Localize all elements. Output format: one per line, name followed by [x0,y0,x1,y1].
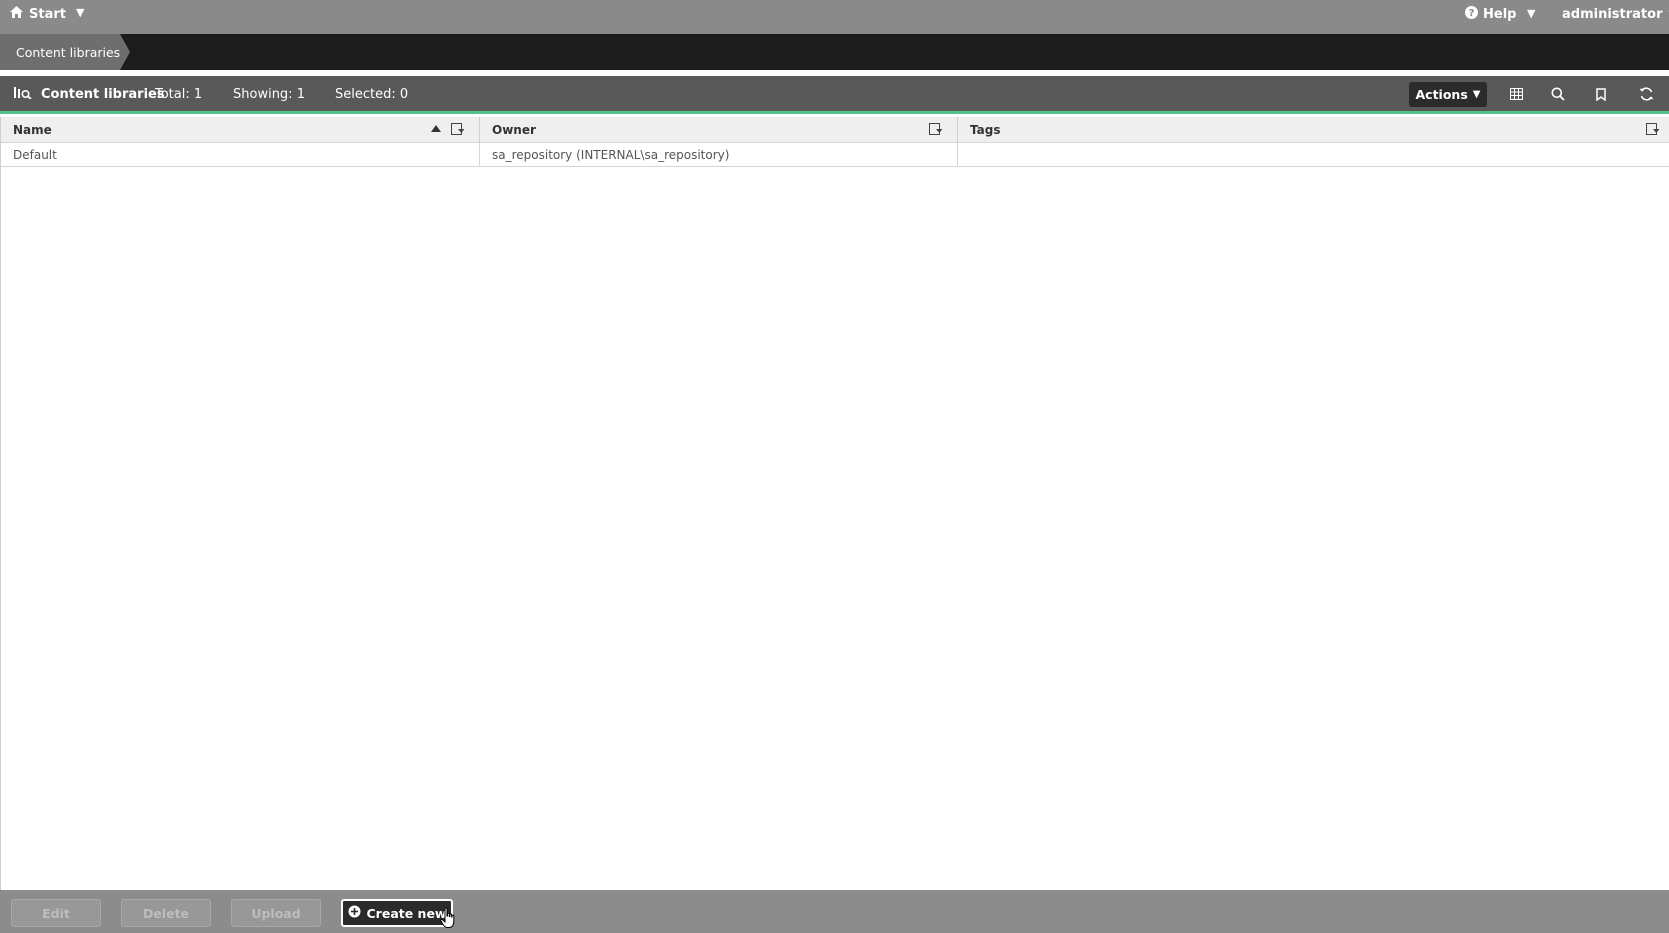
showing-count: Showing: 1 [233,86,305,102]
breadcrumb-bar: Content libraries [0,34,1669,70]
plus-circle-icon [348,905,361,921]
breadcrumb-content-libraries[interactable]: Content libraries [0,34,130,70]
search-icon[interactable] [1549,85,1567,103]
column-header-owner-label: Owner [492,123,536,137]
help-menu-button[interactable]: ? Help [1465,0,1516,28]
upload-button[interactable]: Upload [231,899,321,927]
help-label: Help [1483,6,1517,22]
total-count: Total: 1 [155,86,203,102]
actions-button[interactable]: Actions ▼ [1409,82,1487,107]
table-header: Name Owner Tags [1,117,1669,143]
selected-count: Selected: 0 [335,86,409,102]
help-caret-icon[interactable]: ▼ [1527,7,1535,20]
column-header-owner[interactable]: Owner [480,117,958,143]
column-header-tags[interactable]: Tags [958,117,1669,143]
top-navigation-bar: Start ▼ ? Help ▼ administrator ▼ [0,0,1669,34]
create-new-label: Create new [366,905,447,921]
list-title: Content libraries [14,76,165,112]
column-header-tags-label: Tags [970,123,1001,137]
column-filter-icon[interactable] [451,123,465,136]
content-libraries-table: Name Owner Tags Default sa_repository (I… [0,117,1669,890]
delete-button[interactable]: Delete [121,899,211,927]
home-icon [10,6,23,22]
table-row[interactable]: Default sa_repository (INTERNAL\sa_repos… [1,143,1669,167]
bookmark-icon[interactable] [1592,85,1610,103]
user-menu-button[interactable]: administrator ▼ [1562,0,1669,28]
start-menu-button[interactable]: Start [10,0,66,28]
column-selector-icon[interactable] [1507,85,1525,103]
start-caret-icon[interactable]: ▼ [76,6,84,19]
hand-cursor-icon [440,907,456,933]
start-label: Start [29,6,66,22]
refresh-icon[interactable] [1637,85,1655,103]
cell-tags [958,143,1669,167]
cell-owner: sa_repository (INTERNAL\sa_repository) [480,143,958,167]
list-title-label: Content libraries [41,86,165,102]
cell-name: Default [1,143,480,167]
edit-button[interactable]: Edit [11,899,101,927]
actions-label: Actions [1415,87,1468,102]
column-header-name[interactable]: Name [1,117,480,143]
help-icon: ? [1465,5,1478,23]
svg-text:?: ? [1469,8,1475,19]
bottom-action-bar: Edit Delete Upload Create new [0,890,1669,933]
sort-ascending-icon[interactable] [431,125,441,132]
list-toolbar: Content libraries Total: 1 Showing: 1 Se… [0,76,1669,114]
user-label: administrator [1562,6,1663,22]
column-filter-icon[interactable] [929,123,943,136]
column-filter-icon[interactable] [1646,123,1660,136]
chevron-down-icon: ▼ [1472,89,1481,100]
list-view-icon [14,86,33,103]
column-header-name-label: Name [13,123,52,137]
create-new-button[interactable]: Create new [341,899,453,927]
